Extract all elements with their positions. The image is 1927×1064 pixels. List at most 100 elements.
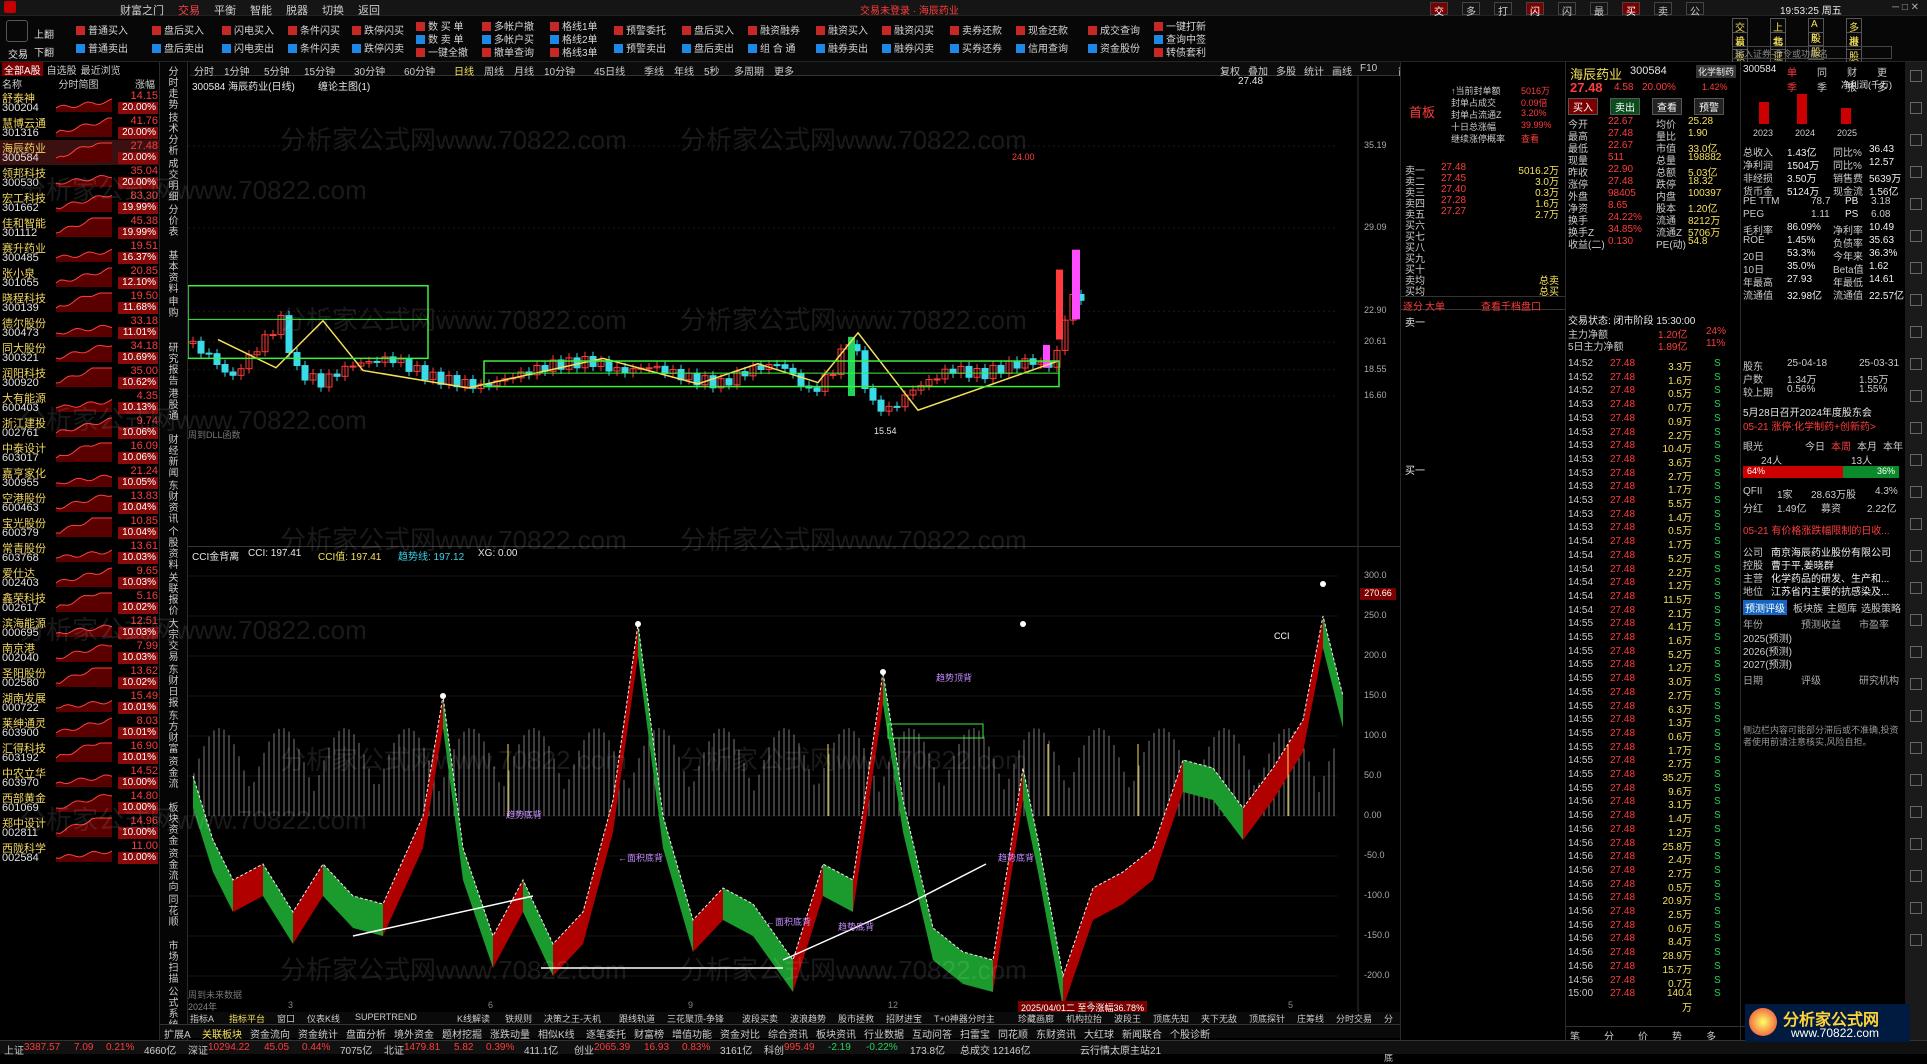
chart-tool-5[interactable]: F10	[1360, 63, 1377, 74]
bottom-tab-9[interactable]: 逐笔委托	[586, 1026, 626, 1041]
pop-tab-2[interactable]: 本月	[1857, 438, 1877, 453]
list-item[interactable]: 中农立华 603970 14.52 10.00%	[0, 765, 160, 790]
vtab-15[interactable]: 资金流	[164, 756, 179, 789]
side-tool-icon[interactable]	[1910, 518, 1922, 530]
title-btn-8[interactable]: 公式	[1686, 2, 1704, 33]
vtab-14[interactable]: 东方财富	[164, 710, 179, 754]
list-item[interactable]: 嘉亨家化 300955 21.24 10.05%	[0, 465, 160, 490]
title-btn-4[interactable]: 闪卖	[1558, 2, 1576, 33]
bottom-tab-7[interactable]: 涨跌动量	[490, 1026, 530, 1041]
bottom-tab-11[interactable]: 增值功能	[672, 1026, 712, 1041]
vtab-4[interactable]: 基本资料	[164, 250, 179, 294]
side-tool-icon[interactable]	[1910, 902, 1922, 914]
vtab-19[interactable]: 市场扫描	[164, 940, 179, 984]
tab-minute[interactable]: 逐分	[1403, 298, 1423, 313]
vtab-10[interactable]: 个股资料	[164, 526, 179, 570]
side-tool-icon[interactable]	[1910, 550, 1922, 562]
list-item[interactable]: 宝光股份 600379 10.85 10.04%	[0, 515, 160, 540]
toolbar-btn-16-2[interactable]: 转债套利	[1154, 44, 1238, 59]
list-item[interactable]: 张小泉 301055 20.85 12.10%	[0, 265, 160, 290]
list-tab-0[interactable]: 全部A股	[2, 62, 43, 77]
bottom-tab-18[interactable]: 同花顺	[998, 1026, 1028, 1041]
list-col-1[interactable]: 分时简图	[59, 76, 99, 91]
forecast-title[interactable]: 预测评级	[1743, 600, 1787, 615]
side-tool-icon[interactable]	[1910, 614, 1922, 626]
action-1-button[interactable]: 卖出	[1610, 98, 1640, 115]
vtab-17[interactable]: 资金流向	[164, 848, 179, 892]
list-item[interactable]: 常青股份 603768 13.61 10.03%	[0, 540, 160, 565]
tab-depth[interactable]: 查看千档盘口	[1481, 298, 1541, 313]
list-item[interactable]: 舒泰神 300204 14.15 20.00%	[0, 90, 160, 115]
bottom-tab-21[interactable]: 新闻联合	[1122, 1026, 1162, 1041]
bottom-tab-14[interactable]: 板块资讯	[816, 1026, 856, 1041]
action-0-button[interactable]: 买入	[1568, 98, 1598, 115]
side-tool-icon[interactable]	[1910, 678, 1922, 690]
side-tool-icon[interactable]	[1910, 454, 1922, 466]
toolbar-btn-16-0[interactable]: 一键打新	[1154, 18, 1238, 33]
pop-tab-0[interactable]: 今日	[1805, 438, 1825, 453]
pop-tab-1[interactable]: 本周	[1831, 438, 1851, 453]
forecast-tab-2[interactable]: 选股策略	[1861, 600, 1901, 615]
title-btn-7[interactable]: 卖出	[1654, 2, 1672, 33]
title-btn-5[interactable]: 最单	[1590, 2, 1608, 33]
bottom-tab-3[interactable]: 资金统计	[298, 1026, 338, 1041]
indicator-tab-23[interactable]: 分时顶底	[1384, 1012, 1400, 1064]
list-item[interactable]: 海辰药业 300584 27.48 20.00%	[0, 140, 160, 165]
toolbar-btn-0-1[interactable]: 普通卖出	[76, 40, 160, 55]
news-1[interactable]: 5月28日召开2024年度股东会	[1743, 404, 1872, 419]
side-tool-icon[interactable]	[1910, 934, 1922, 946]
vtab-0[interactable]: 分时走势	[164, 66, 179, 110]
toolbar-btn-16-1[interactable]: 查询中签	[1154, 31, 1238, 46]
list-item[interactable]: 润阳科技 300920 35.00 10.62%	[0, 365, 160, 390]
side-tool-icon[interactable]	[1910, 230, 1922, 242]
list-item[interactable]: 佳和智能 301112 45.38 19.99%	[0, 215, 160, 240]
side-tool-icon[interactable]	[1910, 70, 1922, 82]
list-item[interactable]: 湖南发展 000722 15.49 10.01%	[0, 690, 160, 715]
list-tab-2[interactable]: 最近浏览	[81, 62, 121, 77]
side-tool-icon[interactable]	[1910, 582, 1922, 594]
event-text[interactable]: 05-21 有价格涨跌幅限制的日收...	[1743, 522, 1890, 537]
bottom-tab-20[interactable]: 大红球	[1084, 1026, 1114, 1041]
list-tab-1[interactable]: 自选股	[47, 62, 77, 77]
toolbar-btn-0-0[interactable]: 普通买入	[76, 22, 160, 37]
title-btn-1[interactable]: 多号盘	[1462, 2, 1480, 48]
list-item[interactable]: 莱绅通灵 603900 8.03 10.01%	[0, 715, 160, 740]
bottom-tab-15[interactable]: 行业数据	[864, 1026, 904, 1041]
list-item[interactable]: 汇得科技 603192 16.90 10.01%	[0, 740, 160, 765]
bottom-tab-1[interactable]: 关联板块	[202, 1026, 242, 1041]
title-btn-0[interactable]: 交易	[1430, 2, 1448, 33]
side-tool-icon[interactable]	[1910, 134, 1922, 146]
bottom-tab-2[interactable]: 资金流向	[250, 1026, 290, 1041]
vtab-18[interactable]: 同花顺	[164, 894, 179, 927]
side-tool-icon[interactable]	[1910, 198, 1922, 210]
title-btn-6[interactable]: 买入	[1622, 2, 1640, 33]
side-tool-icon[interactable]	[1910, 262, 1922, 274]
side-tool-icon[interactable]	[1910, 390, 1922, 402]
side-tool-icon[interactable]	[1910, 710, 1922, 722]
tab-big[interactable]: 大单	[1425, 298, 1445, 313]
search-input[interactable]: 输入证券-命令或功能名	[1732, 46, 1892, 59]
vtab-3[interactable]: 分价表	[164, 204, 179, 237]
bottom-tab-12[interactable]: 资金对比	[720, 1026, 760, 1041]
list-col-0[interactable]: 名称	[2, 76, 22, 91]
vtab-9[interactable]: 东财资讯	[164, 480, 179, 524]
vtab-1[interactable]: 技术分析	[164, 112, 179, 156]
title-btn-2[interactable]: 打赏	[1494, 2, 1512, 33]
page-up-button[interactable]: 上翻	[34, 26, 54, 41]
pop-tab-3[interactable]: 本年	[1883, 438, 1903, 453]
side-tool-icon[interactable]	[1910, 646, 1922, 658]
list-item[interactable]: 赛升药业 300485 19.51 16.37%	[0, 240, 160, 265]
side-tool-icon[interactable]	[1910, 166, 1922, 178]
bottom-tab-8[interactable]: 相似K线	[538, 1026, 575, 1041]
side-tool-icon[interactable]	[1910, 326, 1922, 338]
list-item[interactable]: 圣阳股份 002580 13.62 10.02%	[0, 665, 160, 690]
bottom-tab-10[interactable]: 财富榜	[634, 1026, 664, 1041]
side-tool-icon[interactable]	[1910, 486, 1922, 498]
list-item[interactable]: 晓程科技 300139 19.50 11.68%	[0, 290, 160, 315]
side-tool-icon[interactable]	[1910, 422, 1922, 434]
bottom-tab-6[interactable]: 题材挖掘	[442, 1026, 482, 1041]
vtab-6[interactable]: 研究报告	[164, 342, 179, 386]
trade-icon[interactable]	[6, 20, 28, 42]
side-tool-icon[interactable]	[1910, 358, 1922, 370]
list-item[interactable]: 西陇科学 002584 11.00 10.00%	[0, 840, 160, 865]
